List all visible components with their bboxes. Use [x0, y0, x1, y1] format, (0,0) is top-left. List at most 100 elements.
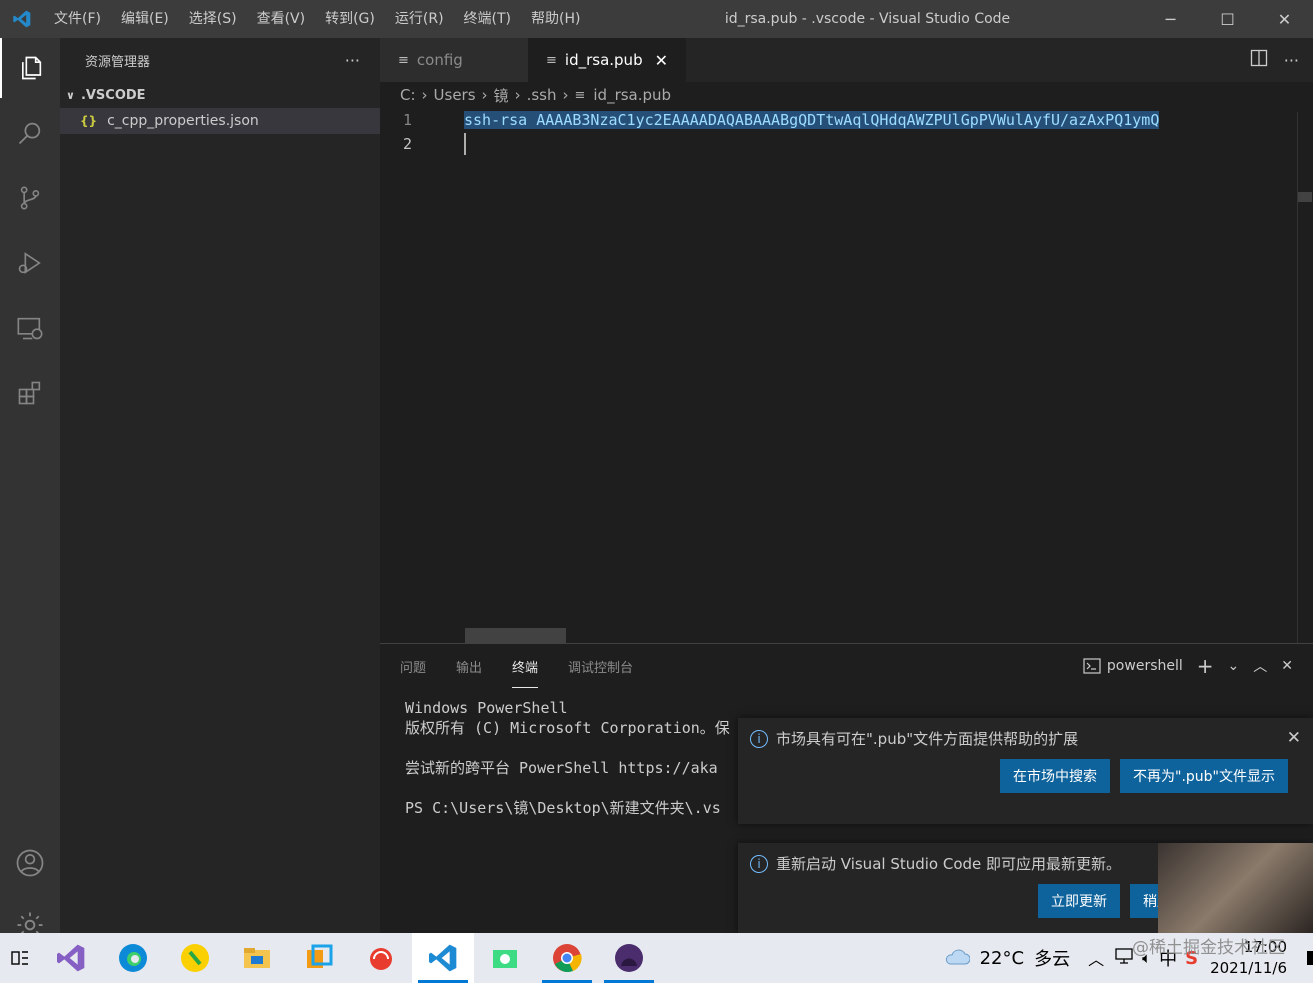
minimize-button[interactable]: ─: [1142, 0, 1199, 38]
more-actions-icon[interactable]: ···: [1284, 51, 1299, 70]
menu-selection[interactable]: 选择(S): [179, 0, 247, 38]
settings-gear-icon[interactable]: [0, 898, 60, 933]
game-app-icon[interactable]: [598, 933, 660, 983]
horizontal-scrollbar[interactable]: [465, 628, 566, 643]
menu-terminal[interactable]: 终端(T): [454, 0, 521, 38]
menu-view[interactable]: 查看(V): [247, 0, 316, 38]
watermark: @稀土掘金技术社区: [1132, 938, 1285, 958]
toast-message: i 市场具有可在".pub"文件方面提供帮助的扩展: [738, 718, 1313, 759]
menu-go[interactable]: 转到(G): [315, 0, 385, 38]
cloud-weather-icon[interactable]: [944, 946, 971, 971]
dont-show-again-button[interactable]: 不再为".pub"文件显示: [1120, 759, 1288, 793]
update-toast: i 重新启动 Visual Studio Code 即可应用最新更新。 立即更新…: [738, 843, 1313, 933]
vscode-taskbar-icon[interactable]: [412, 933, 474, 983]
sidebar-title: 资源管理器: [85, 54, 151, 70]
music-app-icon[interactable]: [164, 933, 226, 983]
scrollbar-thumb[interactable]: [1298, 192, 1312, 202]
search-marketplace-button[interactable]: 在市场中搜索: [1000, 759, 1111, 793]
file-item-c-cpp-properties[interactable]: {} c_cpp_properties.json: [60, 108, 380, 134]
tab-debug-console[interactable]: 调试控制台: [568, 644, 633, 688]
clock-date: 2021/11/6: [1210, 959, 1287, 977]
search-icon[interactable]: [0, 103, 60, 163]
toast-text: 市场具有可在".pub"文件方面提供帮助的扩展: [776, 730, 1079, 748]
menu-edit[interactable]: 编辑(E): [111, 0, 179, 38]
maximize-button[interactable]: ☐: [1199, 0, 1256, 38]
task-view-icon[interactable]: [0, 933, 40, 983]
chrome-browser-icon[interactable]: [536, 933, 598, 983]
breadcrumb: C: › Users › 镜 › .ssh › ≡ id_rsa.pub: [380, 82, 1313, 108]
windows-taskbar: 22°C 多云 ︿ 🔈︎ 中 S 17:00 2021/11/6: [0, 933, 1313, 983]
source-control-icon[interactable]: [0, 168, 60, 228]
visual-studio-icon[interactable]: [40, 933, 102, 983]
title-bar: 文件(F) 编辑(E) 选择(S) 查看(V) 转到(G) 运行(R) 终端(T…: [0, 0, 1313, 38]
menu-run[interactable]: 运行(R): [385, 0, 454, 38]
swirl-app-icon[interactable]: [350, 933, 412, 983]
editor-tabs: ≡ config ≡ id_rsa.pub ✕ ···: [380, 38, 1313, 82]
android-studio-icon[interactable]: [474, 933, 536, 983]
chevron-down-icon[interactable]: ⌄: [1228, 658, 1240, 674]
tab-label: config: [416, 51, 463, 69]
tab-id-rsa-pub[interactable]: ≡ id_rsa.pub ✕: [528, 38, 686, 82]
toast-buttons: 在市场中搜索 不再为".pub"文件显示: [738, 759, 1313, 793]
info-icon: i: [750, 854, 768, 873]
chevron-up-icon[interactable]: ︿: [1088, 946, 1104, 970]
extensions-icon[interactable]: [0, 363, 60, 423]
account-icon[interactable]: [0, 833, 60, 893]
selected-text[interactable]: ssh-rsa AAAAB3NzaC1yc2EAAAADAQABAAABgQDT…: [464, 111, 1160, 129]
character-sticker-image: [1158, 843, 1313, 933]
run-debug-icon[interactable]: [0, 233, 60, 293]
breadcrumb-item[interactable]: id_rsa.pub: [593, 86, 671, 104]
text-cursor: [464, 133, 466, 155]
menu-help[interactable]: 帮助(H): [521, 0, 590, 38]
info-icon: i: [750, 729, 768, 748]
sidebar-more-button[interactable]: ···: [345, 51, 360, 70]
folder-section-vscode[interactable]: ∨ .VSCODE: [60, 82, 380, 108]
chevron-right-icon: ›: [514, 86, 521, 104]
notification-center-icon[interactable]: [1307, 951, 1313, 965]
edge-browser-icon[interactable]: [102, 933, 164, 983]
explorer-sidebar: 资源管理器 ··· ∨ .VSCODE {} c_cpp_properties.…: [60, 38, 380, 933]
tab-problems[interactable]: 问题: [400, 644, 426, 688]
chevron-down-icon: ∨: [66, 88, 75, 102]
tab-label: id_rsa.pub: [564, 51, 643, 69]
file-lines-icon: ≡: [398, 52, 409, 68]
line-text[interactable]: ssh-rsa AAAAB3NzaC1yc2EAAAADAQABAAABgQDT…: [438, 111, 1182, 129]
activity-bar: [0, 38, 60, 933]
breadcrumb-item[interactable]: .ssh: [527, 86, 557, 104]
terminal-line: Windows PowerShell: [405, 699, 568, 717]
tab-config[interactable]: ≡ config: [380, 38, 528, 82]
window-controls: ─ ☐ ✕: [1142, 0, 1313, 38]
line-number: 2: [402, 135, 412, 153]
code-editor[interactable]: 1 ssh-rsa AAAAB3NzaC1yc2EAAAADAQABAAABgQ…: [380, 108, 1313, 156]
tab-terminal[interactable]: 终端: [512, 644, 539, 688]
panel-actions: powershell + ⌄ ︿ ✕: [1083, 644, 1293, 688]
terminal-icon: [1083, 658, 1101, 674]
file-lines-icon: ≡: [574, 87, 586, 103]
close-panel-icon[interactable]: ✕: [1281, 658, 1293, 674]
remote-explorer-icon[interactable]: [0, 298, 60, 358]
editor-actions: ···: [1250, 38, 1299, 82]
new-terminal-icon[interactable]: +: [1197, 654, 1214, 678]
vscode-logo-icon: [0, 0, 44, 38]
close-toast-icon[interactable]: ✕: [1287, 728, 1301, 748]
code-line: 1 ssh-rsa AAAAB3NzaC1yc2EAAAADAQABAAABgQ…: [380, 108, 1313, 132]
maximize-panel-icon[interactable]: ︿: [1253, 656, 1267, 676]
terminal-shell-selector[interactable]: powershell: [1083, 657, 1183, 675]
close-tab-icon[interactable]: ✕: [655, 51, 668, 70]
file-explorer-icon[interactable]: [226, 933, 288, 983]
editor-group: ≡ config ≡ id_rsa.pub ✕ ··· C: › Users › 镜…: [380, 38, 1313, 643]
menu-file[interactable]: 文件(F): [44, 0, 111, 38]
breadcrumb-item[interactable]: C:: [400, 86, 416, 104]
window-app-icon[interactable]: [288, 933, 350, 983]
close-window-button[interactable]: ✕: [1256, 0, 1313, 38]
code-line: 2: [380, 132, 1313, 156]
split-editor-icon[interactable]: [1250, 49, 1268, 71]
update-now-button[interactable]: 立即更新: [1038, 884, 1120, 918]
explorer-icon[interactable]: [0, 38, 60, 98]
breadcrumb-item[interactable]: Users: [434, 86, 476, 104]
vertical-scrollbar[interactable]: [1297, 112, 1313, 643]
tab-output[interactable]: 输出: [456, 644, 482, 688]
extension-recommendation-toast: i 市场具有可在".pub"文件方面提供帮助的扩展 ✕ 在市场中搜索 不再为".…: [738, 718, 1313, 824]
breadcrumb-item[interactable]: 镜: [494, 85, 509, 106]
chevron-right-icon: ›: [421, 86, 428, 104]
